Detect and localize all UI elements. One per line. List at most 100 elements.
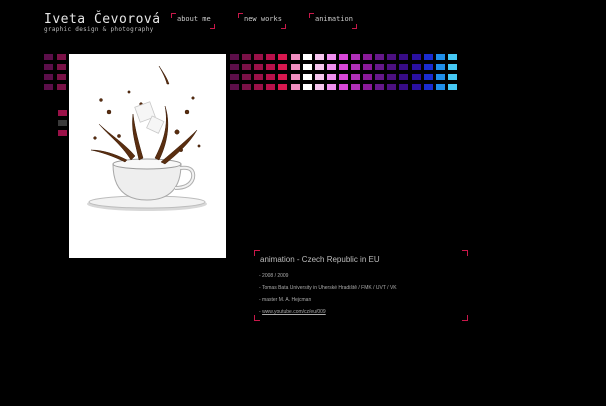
color-swatch	[327, 84, 336, 90]
color-swatch	[254, 54, 263, 60]
color-swatch	[254, 84, 263, 90]
color-swatch	[436, 54, 445, 60]
project-supervisor: - master M. A. Hejcman	[259, 297, 312, 303]
color-swatch	[327, 64, 336, 70]
color-swatch	[44, 74, 53, 80]
project-info-box: animation - Czech Republic in EU - 2008 …	[254, 250, 468, 321]
color-swatch	[291, 64, 300, 70]
color-swatch	[351, 54, 360, 60]
color-swatch	[387, 54, 396, 60]
color-swatch	[230, 64, 239, 70]
site-tagline: graphic design & photography	[44, 26, 154, 33]
color-swatch	[57, 54, 66, 60]
color-swatch	[242, 54, 251, 60]
color-swatch	[315, 64, 324, 70]
color-swatch	[436, 74, 445, 80]
color-swatch	[399, 84, 408, 90]
nav-corner-mark	[171, 13, 176, 18]
color-swatch	[44, 54, 53, 60]
color-swatch	[266, 64, 275, 70]
project-link-line: - www.youtube.com/cz/eu/009	[259, 309, 326, 315]
color-swatch	[412, 84, 421, 90]
nav-corner-mark	[209, 24, 215, 29]
color-swatch	[291, 84, 300, 90]
color-swatch	[387, 74, 396, 80]
color-swatch	[363, 64, 372, 70]
color-swatch	[339, 84, 348, 90]
color-swatch	[363, 84, 372, 90]
nav-corner-mark	[280, 24, 286, 29]
color-swatch	[278, 74, 287, 80]
color-swatch	[58, 110, 67, 116]
color-swatch	[351, 74, 360, 80]
color-swatch	[278, 84, 287, 90]
color-swatch	[230, 84, 239, 90]
left-color-grid	[44, 54, 68, 90]
nav-corner-mark	[351, 24, 357, 29]
color-swatch	[375, 74, 384, 80]
color-swatch	[424, 74, 433, 80]
color-swatch	[291, 54, 300, 60]
color-swatch	[57, 84, 66, 90]
color-swatch	[424, 84, 433, 90]
project-school: - Tomas Bata University in Uherské Hradi…	[259, 285, 397, 291]
nav-corner-mark	[238, 13, 243, 18]
color-swatch	[291, 74, 300, 80]
color-swatch	[339, 64, 348, 70]
color-swatch	[303, 64, 312, 70]
color-swatch	[303, 74, 312, 80]
color-swatch	[278, 64, 287, 70]
info-corner-mark	[254, 315, 260, 321]
color-swatch	[327, 74, 336, 80]
color-swatch	[242, 64, 251, 70]
color-swatch	[266, 84, 275, 90]
color-swatch	[278, 54, 287, 60]
portfolio-photo[interactable]	[69, 54, 226, 258]
color-swatch	[44, 64, 53, 70]
nav-about-me[interactable]: about me	[171, 13, 215, 29]
info-corner-mark	[462, 250, 468, 256]
color-swatch	[57, 74, 66, 80]
color-swatch	[254, 74, 263, 80]
color-swatch	[424, 64, 433, 70]
color-swatch	[363, 74, 372, 80]
color-swatch	[375, 54, 384, 60]
color-swatch	[387, 64, 396, 70]
color-swatch	[315, 84, 324, 90]
color-swatch	[58, 120, 67, 126]
nav-label: about me	[177, 15, 211, 23]
color-swatch	[363, 54, 372, 60]
color-swatch	[436, 84, 445, 90]
nav-new-works[interactable]: new works	[238, 13, 286, 29]
color-swatch	[242, 74, 251, 80]
color-swatch	[436, 64, 445, 70]
info-corner-mark	[462, 315, 468, 321]
color-swatch	[448, 64, 457, 70]
color-swatch	[242, 84, 251, 90]
color-swatch	[448, 84, 457, 90]
color-swatch	[303, 84, 312, 90]
color-swatch	[57, 64, 66, 70]
color-swatch	[230, 54, 239, 60]
color-swatch	[412, 74, 421, 80]
youtube-link[interactable]: www.youtube.com/cz/eu/009	[262, 309, 326, 315]
color-swatch	[58, 130, 67, 136]
small-color-column	[58, 110, 68, 138]
color-swatch	[266, 54, 275, 60]
nav-label: animation	[315, 15, 353, 23]
color-swatch	[254, 64, 263, 70]
color-swatch	[375, 64, 384, 70]
color-swatch	[351, 84, 360, 90]
color-swatch	[387, 84, 396, 90]
nav-corner-mark	[309, 13, 314, 18]
color-swatch	[375, 84, 384, 90]
nav-animation[interactable]: animation	[309, 13, 357, 29]
color-swatch	[339, 54, 348, 60]
nav-label: new works	[244, 15, 282, 23]
coffee-cup-splash-illustration	[87, 65, 207, 211]
color-swatch	[339, 74, 348, 80]
color-swatch	[424, 54, 433, 60]
color-swatch	[448, 54, 457, 60]
color-swatch	[315, 74, 324, 80]
color-swatch	[399, 74, 408, 80]
